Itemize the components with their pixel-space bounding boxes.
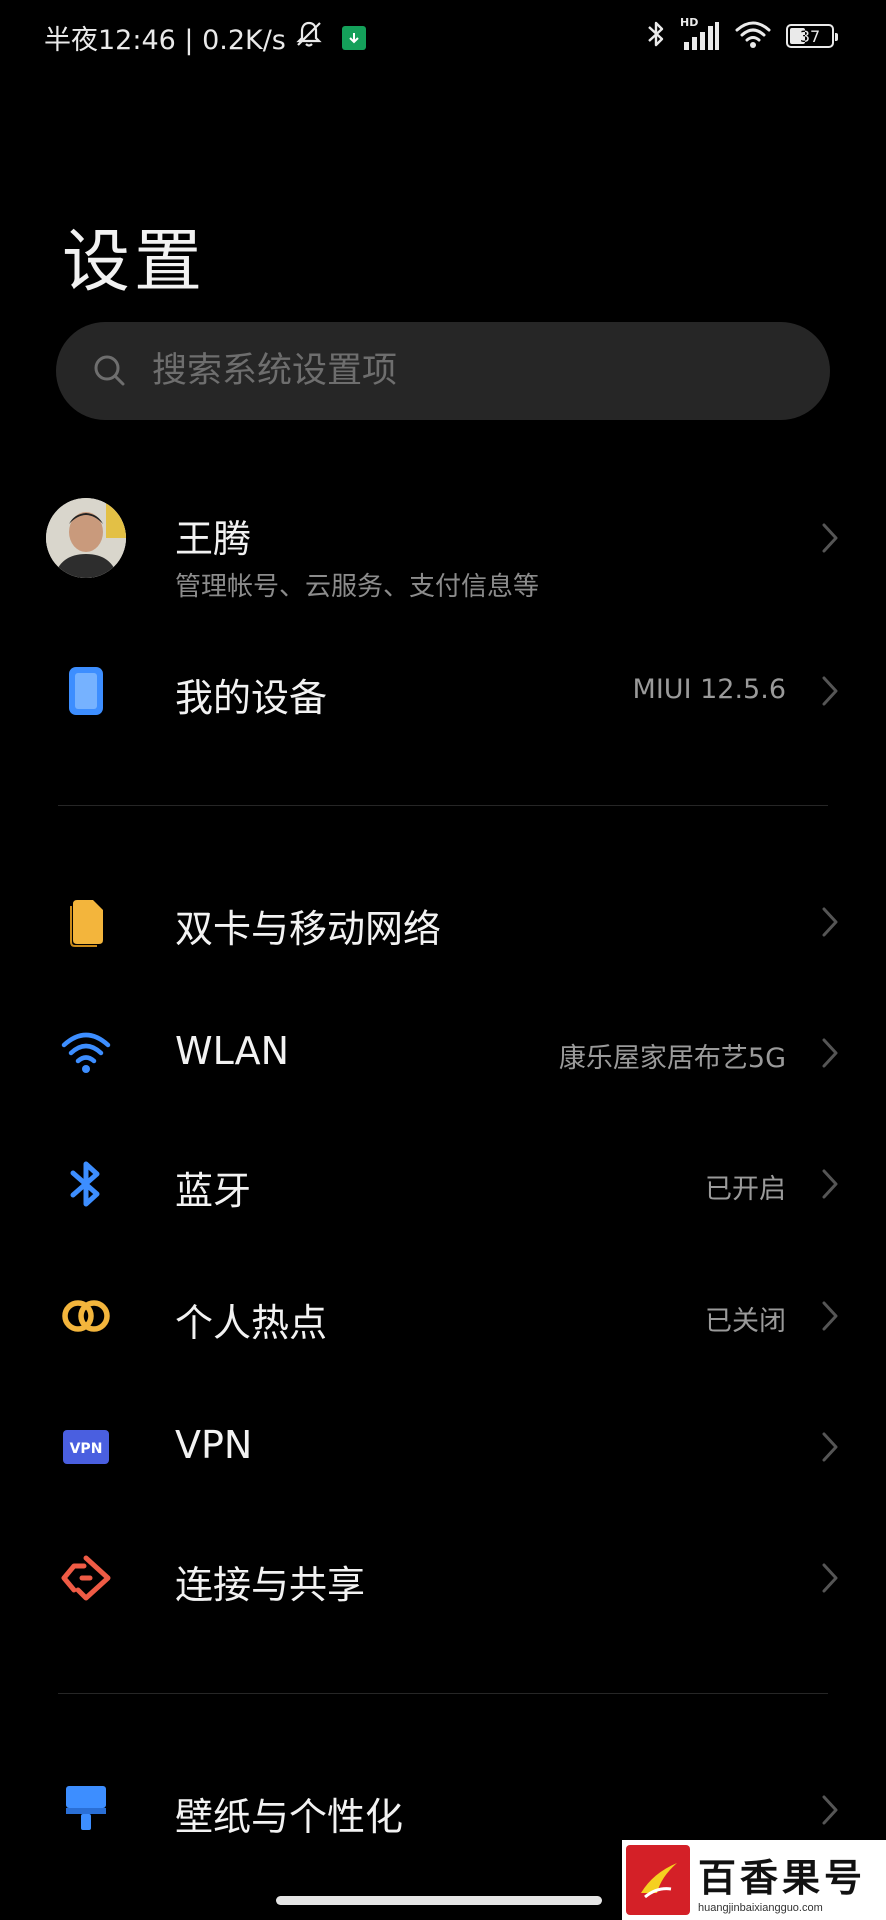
row-value: 已关闭 xyxy=(705,1306,786,1337)
cellular-signal-icon: HD xyxy=(680,16,720,52)
row-label: 个人热点 xyxy=(175,1301,328,1345)
status-right: HD 37 xyxy=(646,16,838,54)
hotspot-icon xyxy=(60,1296,112,1336)
row-label: 蓝牙 xyxy=(175,1169,252,1213)
chevron-right-icon xyxy=(822,907,838,937)
account-name: 王腾 xyxy=(175,517,252,561)
wallpaper-icon xyxy=(60,1784,112,1834)
chevron-right-icon xyxy=(822,523,838,553)
row-label: 壁纸与个性化 xyxy=(175,1795,404,1839)
section-divider xyxy=(58,1693,828,1694)
chevron-right-icon xyxy=(822,1169,838,1199)
bluetooth-icon xyxy=(60,1158,112,1210)
vpn-icon: VPN xyxy=(60,1429,112,1465)
chevron-right-icon xyxy=(822,1038,838,1068)
watermark: 百香果号 huangjinbaixiangguo.com xyxy=(622,1840,886,1920)
connection-share-icon xyxy=(60,1554,112,1602)
row-label: WLAN xyxy=(175,1029,290,1073)
search-bar[interactable] xyxy=(56,322,830,420)
phone-device-icon xyxy=(60,665,112,717)
status-time-speed: 半夜12:46 | 0.2K/s xyxy=(44,25,286,56)
chevron-right-icon xyxy=(822,676,838,706)
sim-card-icon xyxy=(60,896,112,948)
chevron-right-icon xyxy=(822,1432,838,1462)
battery-icon: 37 xyxy=(786,24,838,48)
wifi-icon xyxy=(60,1029,112,1075)
search-icon xyxy=(90,351,130,391)
section-divider xyxy=(58,805,828,806)
row-value: 康乐屋家居布艺5G xyxy=(558,1043,786,1074)
search-input[interactable] xyxy=(150,350,754,392)
mute-bell-icon xyxy=(294,19,324,56)
chevron-right-icon xyxy=(822,1795,838,1825)
row-value: MIUI 12.5.6 xyxy=(632,674,786,705)
bluetooth-status-icon xyxy=(646,18,666,54)
watermark-text: 百香果号 huangjinbaixiangguo.com xyxy=(698,1847,866,1914)
watermark-name: 百香果号 xyxy=(698,1855,867,1900)
wifi-status-icon xyxy=(734,19,772,53)
avatar xyxy=(46,498,126,578)
row-label: VPN xyxy=(175,1423,253,1467)
svg-text:VPN: VPN xyxy=(70,1441,103,1457)
battery-level: 37 xyxy=(799,26,821,46)
row-label: 我的设备 xyxy=(175,676,328,720)
row-label: 双卡与移动网络 xyxy=(175,907,442,951)
status-bar: 半夜12:46 | 0.2K/s HD 37 xyxy=(0,0,886,72)
row-value: 已开启 xyxy=(705,1174,786,1205)
watermark-logo-icon xyxy=(626,1845,690,1915)
chevron-right-icon xyxy=(822,1563,838,1593)
account-subtitle: 管理帐号、云服务、支付信息等 xyxy=(175,572,540,602)
page-title: 设置 xyxy=(62,223,207,302)
watermark-url: huangjinbaixiangguo.com xyxy=(698,1901,823,1914)
status-left: 半夜12:46 | 0.2K/s xyxy=(44,18,366,57)
download-notification-icon xyxy=(341,25,366,50)
chevron-right-icon xyxy=(822,1301,838,1331)
row-label: 连接与共享 xyxy=(175,1563,366,1607)
home-indicator[interactable] xyxy=(276,1896,602,1905)
